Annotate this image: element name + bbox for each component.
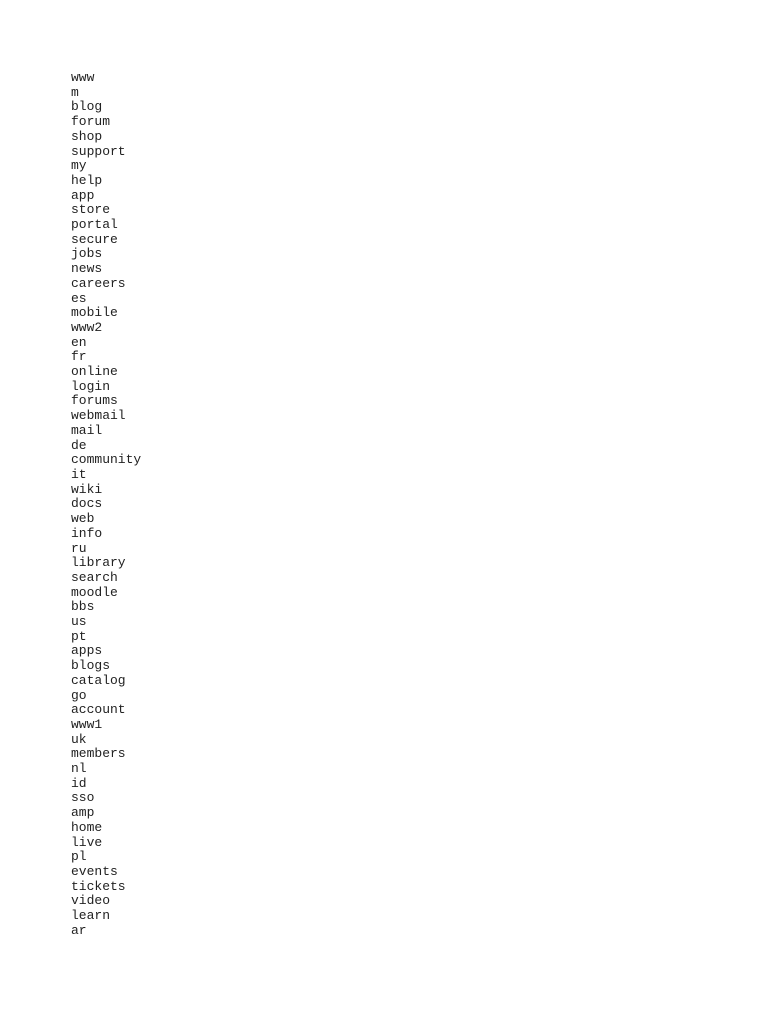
text-line: store — [71, 202, 111, 218]
text-line: id — [71, 775, 87, 791]
text-line: fr — [71, 349, 87, 365]
text-line: news — [71, 261, 103, 277]
text-line: www — [71, 70, 95, 85]
text-line: webmail — [71, 408, 126, 424]
text-line: events — [71, 863, 118, 879]
text-line: live — [71, 834, 103, 850]
text-line: members — [71, 746, 126, 762]
text-line: online — [71, 364, 118, 380]
text-line: it — [71, 466, 87, 482]
text-line: portal — [71, 217, 118, 233]
text-line: m — [71, 84, 79, 100]
text-line: ar — [71, 922, 87, 938]
text-line: login — [71, 378, 111, 394]
text-line: app — [71, 187, 95, 203]
text-line: web — [71, 511, 95, 527]
text-line: mobile — [71, 305, 118, 321]
text-line: www2 — [71, 319, 103, 335]
text-line: apps — [71, 643, 103, 659]
text-line: moodle — [71, 584, 118, 600]
text-line: ru — [71, 540, 87, 556]
text-line: sso — [71, 790, 95, 806]
text-line: nl — [71, 761, 87, 777]
text-line: support — [71, 143, 126, 159]
text-line: de — [71, 437, 87, 453]
text-line: info — [71, 525, 103, 541]
text-line: uk — [71, 731, 87, 747]
text-line: www1 — [71, 716, 103, 732]
text-line: forums — [71, 393, 118, 409]
text-line: careers — [71, 275, 126, 291]
text-line: blogs — [71, 658, 111, 674]
text-line: search — [71, 569, 118, 585]
text-line: en — [71, 334, 87, 350]
plain-text-document: www m blog forum shop support my help app store po… — [71, 70, 142, 938]
text-line: shop — [71, 128, 103, 144]
text-line: home — [71, 819, 103, 835]
text-line: docs — [71, 496, 103, 512]
text-line: pl — [71, 849, 87, 865]
text-line: help — [71, 172, 103, 188]
text-line: go — [71, 687, 87, 703]
text-line: my — [71, 158, 87, 174]
text-line: forum — [71, 114, 111, 130]
text-line: library — [71, 555, 126, 571]
text-line: secure — [71, 231, 118, 247]
text-line: es — [71, 290, 87, 306]
text-line: bbs — [71, 599, 95, 615]
text-line: video — [71, 893, 111, 909]
text-line: blog — [71, 99, 103, 115]
text-line: mail — [71, 422, 103, 438]
text-line: learn — [71, 908, 111, 924]
text-line: amp — [71, 805, 95, 821]
text-line: account — [71, 702, 126, 718]
text-line: pt — [71, 628, 87, 644]
text-line: catalog — [71, 672, 126, 688]
text-line: community — [71, 452, 142, 468]
text-line: tickets — [71, 878, 126, 894]
text-line: wiki — [71, 481, 103, 497]
text-line: jobs — [71, 246, 103, 262]
text-line: us — [71, 614, 87, 630]
